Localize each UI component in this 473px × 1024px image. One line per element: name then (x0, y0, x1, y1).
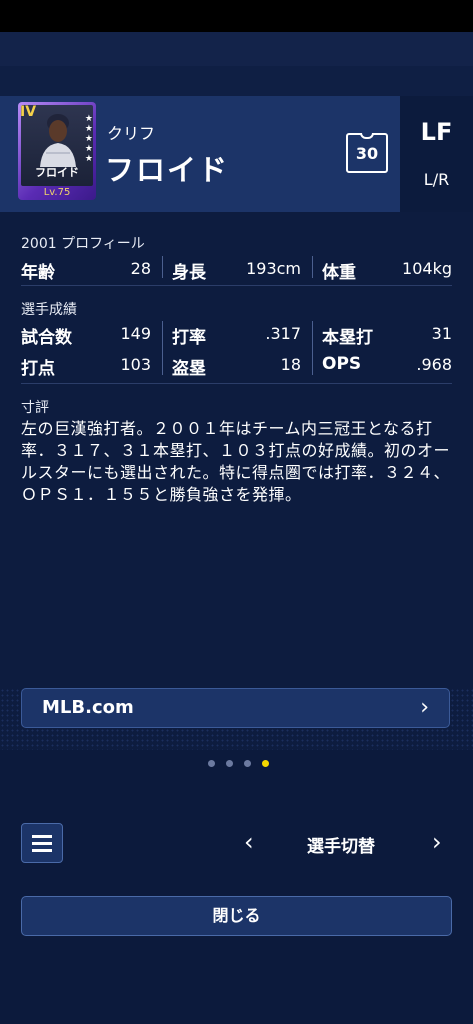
profile-title: 2001 プロフィール (21, 236, 145, 252)
menu-icon (32, 842, 52, 845)
weight-value: 104kg (402, 259, 452, 278)
bats-throws-label: L/R (423, 170, 450, 189)
chevron-right-icon: › (420, 695, 429, 720)
page-dot[interactable] (208, 760, 215, 767)
player-card[interactable]: IV ★ ★ ★ ★ ★ フロイド Lv.75 (18, 102, 96, 200)
stats-title: 選手成績 (21, 302, 77, 318)
menu-icon (32, 849, 52, 852)
sb-value: 18 (280, 355, 301, 374)
divider (21, 383, 452, 384)
height-value: 193cm (246, 259, 301, 278)
player-name: フロイド (105, 153, 230, 187)
weight-label: 体重 (322, 263, 356, 283)
player-switch-label: 選手切替 (307, 837, 375, 857)
age-label: 年齢 (21, 263, 55, 283)
card-grade: IV (20, 104, 37, 120)
height-label: 身長 (172, 263, 206, 283)
card-level: Lv.75 (43, 187, 71, 198)
uniform-number-icon: 30 (346, 133, 388, 173)
comment-title: 寸評 (21, 400, 49, 416)
divider (21, 285, 452, 286)
avg-label: 打率 (172, 328, 206, 348)
page-dot-active[interactable] (262, 760, 269, 767)
divider (162, 321, 163, 375)
games-value: 149 (120, 324, 151, 343)
uniform-collar (360, 133, 374, 139)
rbi-value: 103 (120, 355, 151, 374)
status-bar (0, 0, 473, 32)
ops-value: .968 (416, 355, 452, 374)
prev-player-chevron-icon[interactable]: ‹ (244, 828, 254, 856)
menu-icon (32, 835, 52, 838)
player-portrait-icon (40, 114, 76, 167)
next-player-chevron-icon[interactable]: › (432, 828, 442, 856)
mlb-link-button[interactable]: MLB.com › (21, 688, 450, 728)
menu-button[interactable] (21, 823, 63, 863)
secondary-band (0, 66, 473, 96)
divider (312, 321, 313, 375)
avg-value: .317 (265, 324, 301, 343)
position-box (400, 96, 473, 212)
comment-text: 左の巨漢強打者。２００１年はチーム内三冠王となる打率．３１７、３１本塁打、１０３… (21, 419, 451, 504)
hr-label: 本塁打 (322, 328, 373, 348)
player-kana: クリフ (107, 124, 156, 143)
age-value: 28 (130, 259, 151, 278)
ops-label: OPS (322, 354, 362, 374)
page-dot[interactable] (244, 760, 251, 767)
hr-value: 31 (431, 324, 452, 343)
uniform-number: 30 (355, 144, 379, 163)
lower-panel (0, 750, 473, 1024)
position-label: LF (420, 118, 453, 146)
divider (312, 256, 313, 278)
rbi-label: 打点 (21, 359, 55, 379)
divider (162, 256, 163, 278)
close-button[interactable]: 閉じる (21, 896, 452, 936)
card-stars-icon: ★ ★ ★ ★ ★ (84, 114, 93, 164)
games-label: 試合数 (21, 328, 72, 348)
mlb-link-label: MLB.com (42, 697, 134, 718)
sb-label: 盗塁 (172, 359, 206, 379)
top-band (0, 32, 473, 66)
page-dot[interactable] (226, 760, 233, 767)
card-player-name: フロイド (35, 166, 79, 179)
